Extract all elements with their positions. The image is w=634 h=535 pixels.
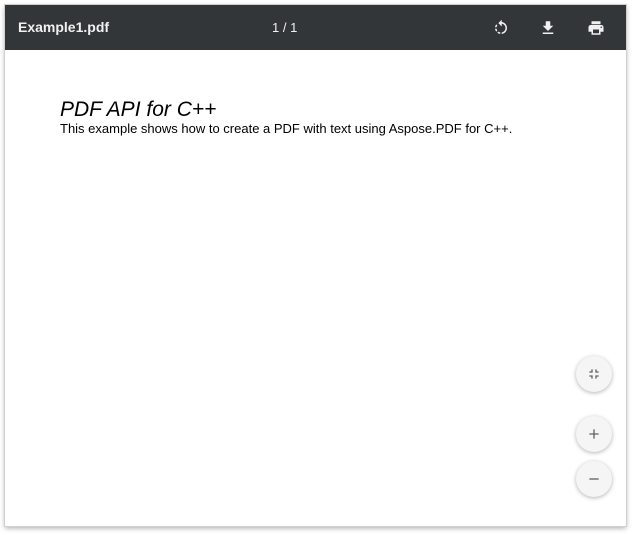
file-title: Example1.pdf (18, 19, 110, 35)
pdf-viewer-window: Example1.pdf 1 / 1 PDF API for C++ This … (5, 5, 626, 526)
download-button[interactable] (535, 15, 561, 41)
zoom-in-button[interactable] (576, 416, 612, 452)
document-page: PDF API for C++ This example shows how t… (5, 50, 626, 526)
toolbar: Example1.pdf 1 / 1 (5, 5, 626, 50)
print-button[interactable] (583, 15, 609, 41)
rotate-button[interactable] (488, 15, 514, 41)
zoom-out-button[interactable] (576, 461, 612, 497)
fit-to-page-icon (589, 369, 599, 379)
rotate-icon (495, 19, 507, 34)
document-body-text: This example shows how to create a PDF w… (60, 121, 513, 136)
print-icon (588, 21, 604, 35)
zoom-out-icon (589, 478, 599, 480)
zoom-in-icon (589, 429, 599, 439)
page-counter: 1 / 1 (272, 20, 298, 35)
download-icon (542, 21, 554, 34)
fit-to-page-button[interactable] (576, 356, 612, 392)
document-heading: PDF API for C++ (60, 98, 217, 121)
